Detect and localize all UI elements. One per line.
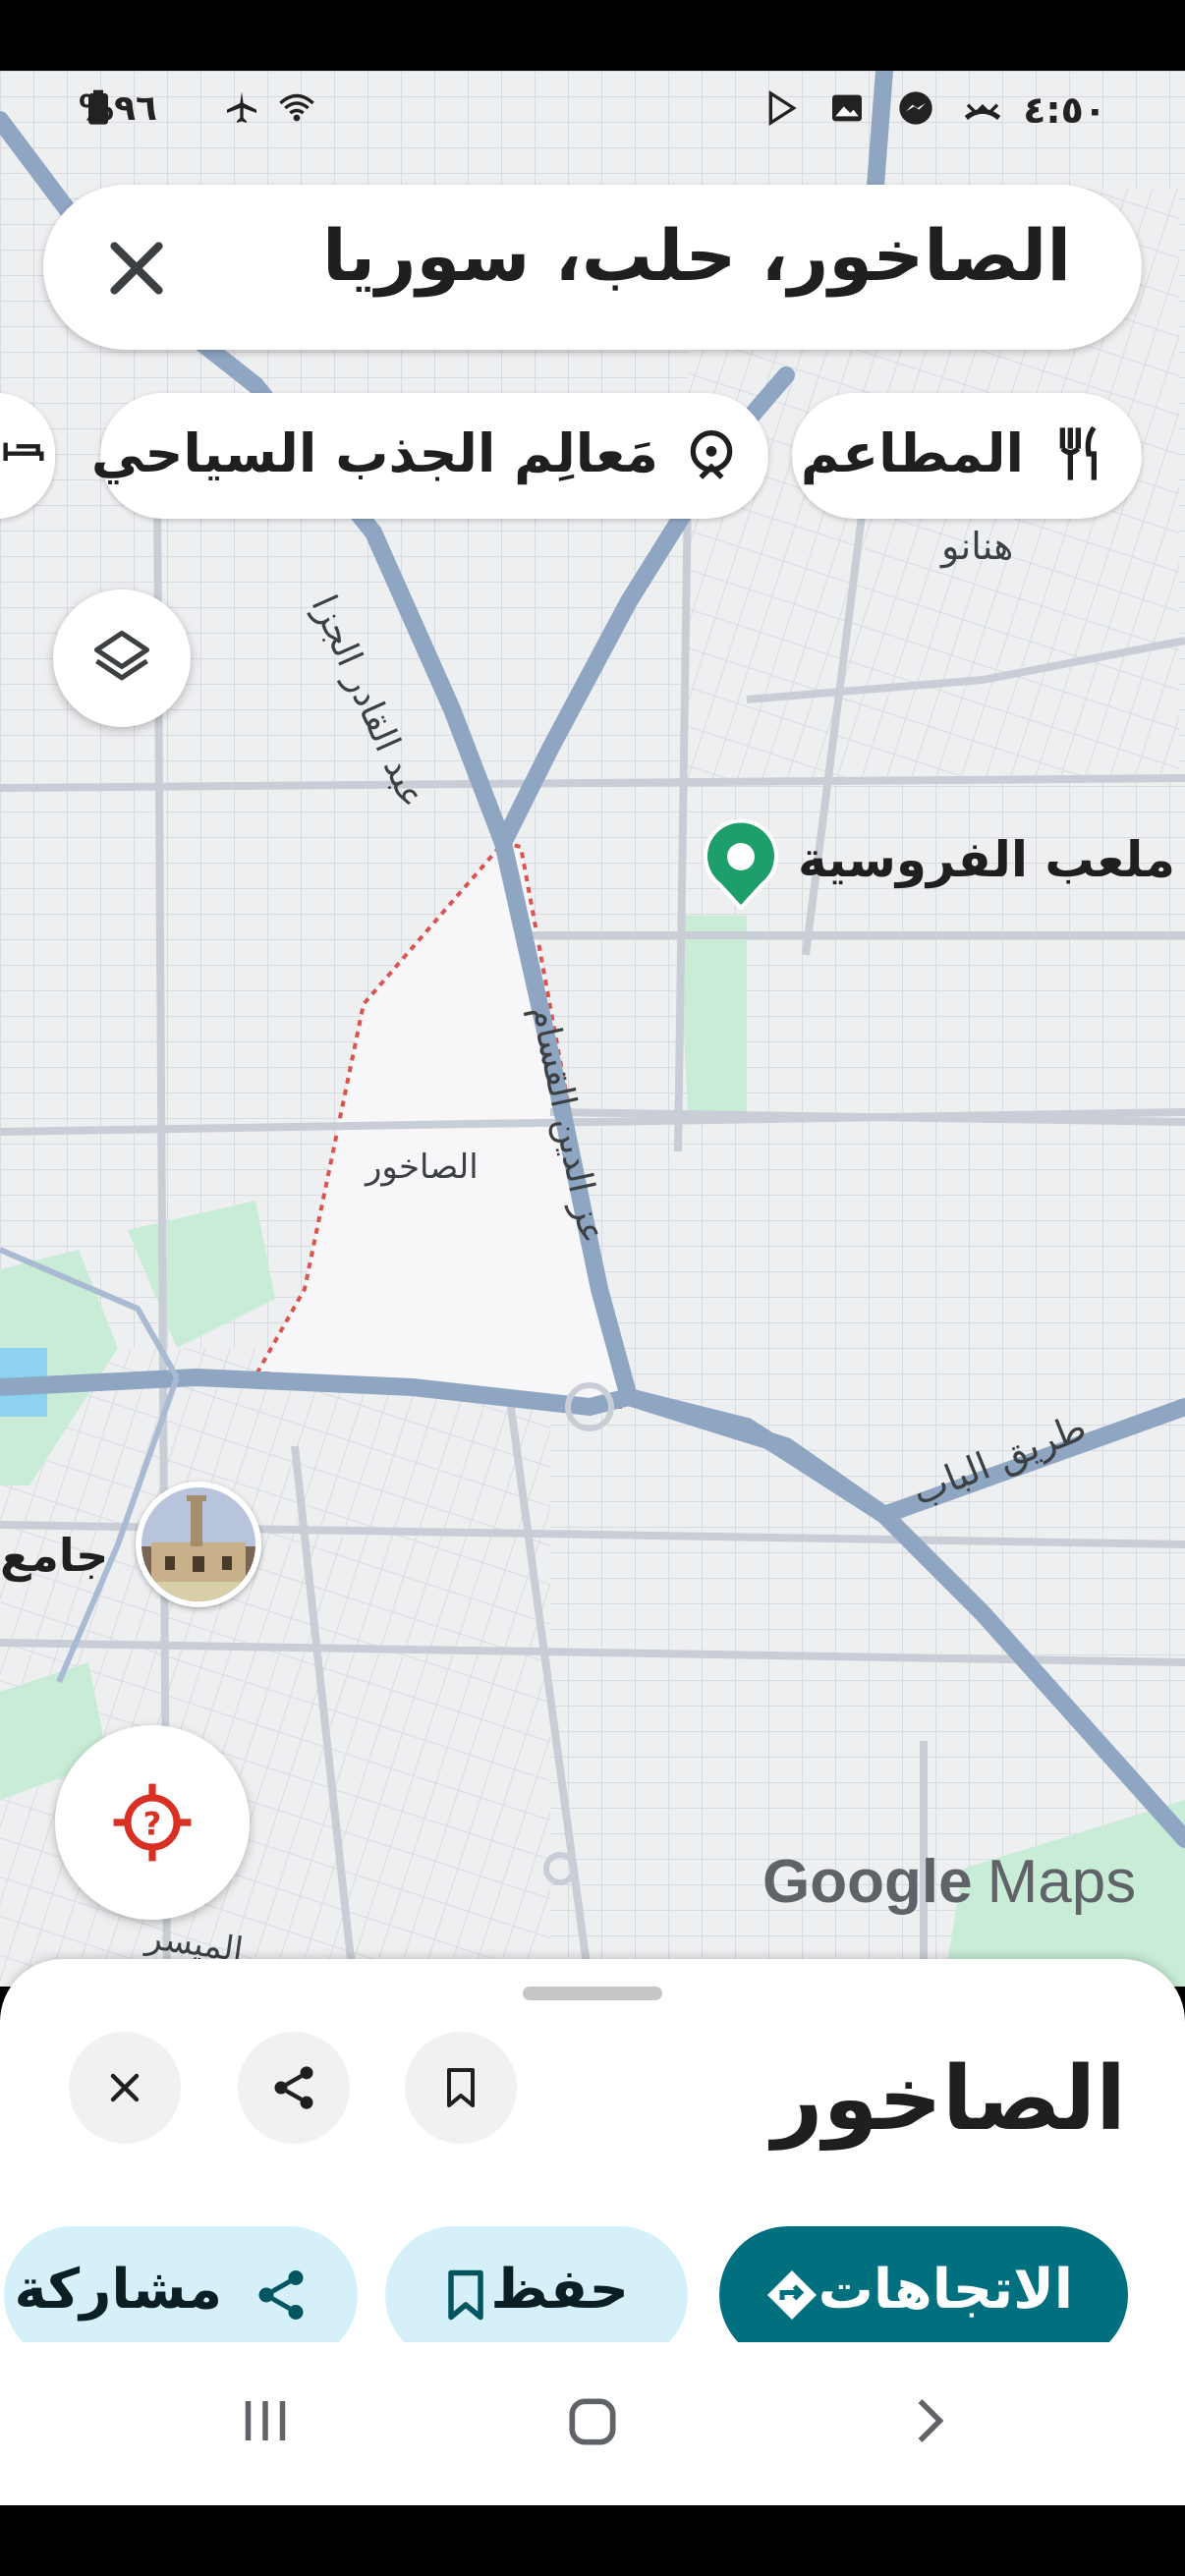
directions-icon: [767, 2270, 817, 2320]
chip-label: المطاعم: [800, 422, 1024, 484]
share-label: مشاركة: [14, 2258, 222, 2322]
back-icon[interactable]: [898, 2391, 957, 2450]
close-button[interactable]: [69, 2032, 181, 2144]
top-black-border: [0, 0, 1185, 71]
play-store-icon: [768, 89, 797, 127]
park: [678, 916, 747, 1112]
place-title: الصاخور: [771, 2047, 1126, 2151]
recent-apps-icon[interactable]: [236, 2391, 295, 2450]
place-sheet[interactable]: الصاخور الاتجاهات حفظ مشاركة: [0, 1959, 1185, 2342]
search-query[interactable]: الصاخور، حلب، سوريا: [322, 214, 1071, 297]
logo-google: Google: [762, 1848, 973, 1916]
screen: %٩٦ ٤:٥٠ الصاخور، حلب، سوريا: [0, 0, 1185, 2576]
clock: ٤:٥٠: [1023, 88, 1106, 132]
chip-label: مَعالِم الجذب السياحي: [90, 422, 658, 484]
attractions-icon: [690, 430, 733, 479]
place-pin-icon[interactable]: [700, 817, 782, 912]
directions-label: الاتجاهات: [818, 2258, 1073, 2322]
layers-icon: [93, 630, 150, 681]
messenger-icon: [899, 91, 932, 125]
bookmark-icon: [448, 2269, 483, 2321]
gallery-icon: [832, 94, 862, 122]
bookmark-icon: [447, 2068, 475, 2107]
save-pill[interactable]: حفظ: [385, 2226, 688, 2342]
logo-maps: Maps: [987, 1848, 1137, 1916]
share-icon: [274, 2066, 313, 2109]
airplane-icon: [227, 91, 256, 123]
chip-attractions[interactable]: مَعالِم الجذب السياحي: [91, 393, 768, 519]
map-canvas: [0, 71, 1185, 1987]
directions-button[interactable]: الاتجاهات: [719, 2226, 1128, 2342]
save-label: حفظ: [490, 2258, 629, 2322]
search-bar[interactable]: الصاخور، حلب، سوريا: [43, 185, 1142, 350]
map-label-stadium[interactable]: ملعب الفروسية: [798, 831, 1175, 888]
save-button[interactable]: [405, 2032, 517, 2144]
google-maps-logo: Google Maps: [762, 1847, 1136, 1917]
share-button[interactable]: [238, 2032, 350, 2144]
mosque-photo-pin[interactable]: [136, 1482, 261, 1607]
close-icon[interactable]: [92, 224, 181, 312]
my-location-button[interactable]: ?: [55, 1725, 250, 1920]
map-view[interactable]: [0, 71, 1185, 1987]
layers-button[interactable]: [53, 589, 191, 727]
status-bar: %٩٦ ٤:٥٠: [0, 71, 1185, 149]
restaurant-icon: [1059, 425, 1097, 480]
share-pill[interactable]: مشاركة: [4, 2226, 358, 2342]
bottom-black-border: [0, 2505, 1185, 2576]
battery-icon: [88, 89, 108, 125]
missed-call-icon: [964, 103, 1001, 121]
close-icon: [110, 2073, 140, 2102]
chip-restaurants[interactable]: المطاعم: [792, 393, 1142, 519]
system-nav-bar: [0, 2342, 1185, 2505]
drag-handle[interactable]: [523, 1987, 662, 2000]
svg-text:?: ?: [143, 1806, 162, 1843]
map-label-mosque[interactable]: جامع: [0, 1529, 108, 1582]
location-unknown-icon: ?: [113, 1783, 192, 1862]
mosque-photo: [141, 1487, 255, 1601]
hotel-icon: [3, 442, 44, 461]
share-icon: [258, 2270, 304, 2320]
wifi-icon: [279, 93, 314, 122]
map-label-area: الصاخور: [366, 1148, 479, 1187]
home-icon[interactable]: [562, 2391, 623, 2452]
map-label-hanano: هنانو: [941, 525, 1014, 568]
